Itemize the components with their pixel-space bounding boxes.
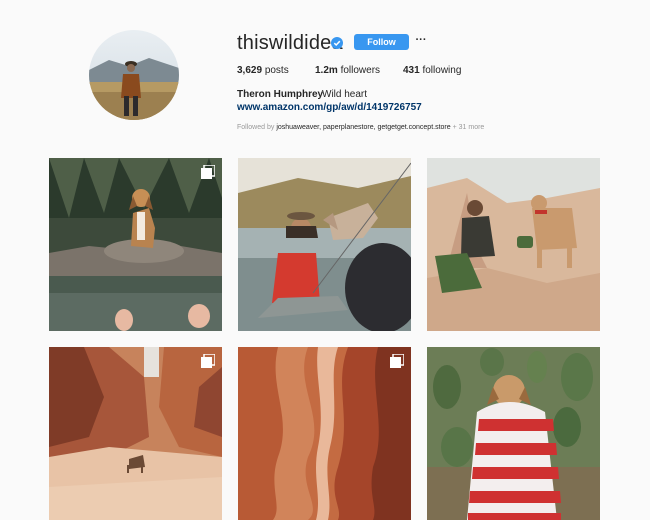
multiple-photos-icon xyxy=(201,354,215,368)
posts-label: posts xyxy=(264,65,289,76)
verified-badge-icon xyxy=(331,37,343,49)
profile-avatar xyxy=(89,30,179,120)
multiple-photos-icon xyxy=(201,165,215,179)
post-tile[interactable] xyxy=(49,347,222,520)
followers-count: 1.2m xyxy=(315,65,338,76)
followed-by-names[interactable]: joshuaweaver, paperplanestore, getgetget… xyxy=(276,124,450,131)
multiple-photos-icon xyxy=(390,354,404,368)
profile-full-name: Theron Humphrey xyxy=(237,89,324,100)
post-tile[interactable] xyxy=(238,158,411,331)
following-label: following xyxy=(422,65,462,76)
followed-by-more[interactable]: + 31 more xyxy=(453,124,485,131)
followed-by-prefix: Followed by xyxy=(237,124,275,131)
more-options-icon[interactable]: ··· xyxy=(415,35,427,47)
following-count: 431 xyxy=(403,65,420,76)
followed-by: Followed by joshuaweaver, paperplanestor… xyxy=(237,124,484,131)
followers-label: followers xyxy=(340,65,381,76)
followers-stat[interactable]: 1.2m followers xyxy=(315,65,380,76)
post-tile[interactable] xyxy=(427,347,600,520)
following-stat[interactable]: 431 following xyxy=(403,65,461,76)
posts-count: 3,629 xyxy=(237,65,263,76)
post-tile[interactable] xyxy=(49,158,222,331)
follow-button[interactable]: Follow xyxy=(354,34,409,50)
profile-bio: Wild heart xyxy=(322,89,368,100)
post-tile[interactable] xyxy=(427,158,600,331)
post-tile[interactable] xyxy=(238,347,411,520)
posts-stat: 3,629 posts xyxy=(237,65,289,76)
profile-username: thiswildidea xyxy=(237,32,343,54)
profile-link[interactable]: www.amazon.com/gp/aw/d/1419726757 xyxy=(237,102,422,113)
